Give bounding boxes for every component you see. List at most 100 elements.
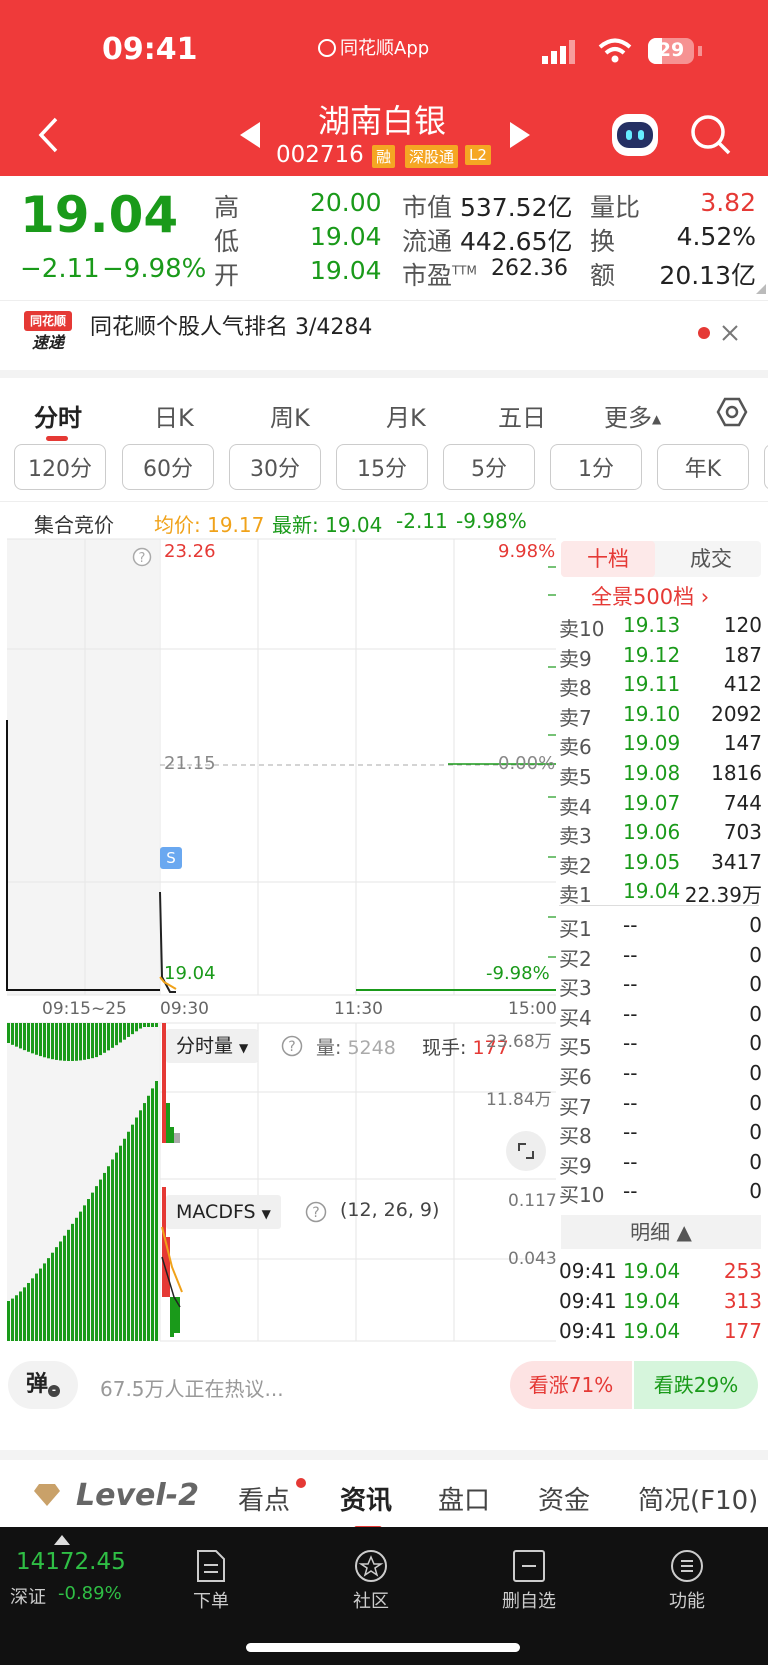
- nav-functions[interactable]: 功能: [642, 1549, 732, 1613]
- bid-row[interactable]: 买8 -- 0: [559, 1120, 762, 1149]
- nav-remove-watchlist[interactable]: 删自选: [484, 1549, 574, 1613]
- bid-row[interactable]: 买1 -- 0: [559, 913, 762, 942]
- bid-row[interactable]: 买6 -- 0: [559, 1061, 762, 1090]
- stat-volratio-label: 量比: [590, 193, 641, 222]
- fullscreen-button[interactable]: [506, 1131, 546, 1171]
- auction-bar: [119, 1145, 122, 1341]
- tab-orderflow[interactable]: 盘口: [438, 1480, 490, 1517]
- tab-trades[interactable]: 成交: [661, 541, 761, 577]
- auction-bar: [51, 1023, 54, 1060]
- bid-row[interactable]: 买4 -- 0: [559, 1002, 762, 1031]
- bid-label: 买3: [559, 976, 592, 1001]
- tab-viewpoints[interactable]: 看点: [238, 1480, 290, 1517]
- bid-price: --: [623, 1031, 638, 1056]
- auction-bar: [43, 1263, 46, 1341]
- auction-bar: [123, 1138, 126, 1341]
- index-value[interactable]: 14172.45: [16, 1549, 126, 1575]
- svg-text:?: ?: [312, 1205, 319, 1221]
- bid-row[interactable]: 买3 -- 0: [559, 972, 762, 1001]
- ask-row[interactable]: 卖7 19.10 2092: [559, 702, 762, 731]
- tab-level2[interactable]: Level-2: [76, 1478, 199, 1513]
- auction-bar: [23, 1287, 26, 1341]
- auction-bar: [15, 1023, 18, 1047]
- home-indicator[interactable]: [246, 1643, 520, 1652]
- chip-overflow[interactable]: [764, 444, 768, 490]
- nav-order[interactable]: 下单: [166, 1549, 256, 1613]
- next-stock-icon[interactable]: [510, 122, 530, 148]
- volume-axis-top: 23.68万: [486, 1032, 552, 1052]
- tab-five-day[interactable]: 五日: [498, 398, 546, 433]
- auction-bar: [103, 1023, 106, 1053]
- chip-5min[interactable]: 5分: [443, 444, 535, 490]
- danmaku-toggle-button[interactable]: 弹-: [8, 1361, 78, 1409]
- ask-row[interactable]: 卖4 19.07 744: [559, 791, 762, 820]
- tab-intraday[interactable]: 分时: [34, 398, 82, 433]
- prev-stock-icon[interactable]: [240, 122, 260, 148]
- intraday-chart[interactable]: ? 23.26 9.98% 21.15 0.00% 19.04 -9.98% S…: [0, 537, 557, 1347]
- tab-f10[interactable]: 简况(F10): [638, 1480, 758, 1517]
- chart-info-line: 集合竞价 均价: 19.17 最新: 19.04 -2.11 -9.98%: [0, 505, 768, 537]
- chip-1min[interactable]: 1分: [550, 444, 642, 490]
- chip-30min[interactable]: 30分: [229, 444, 321, 490]
- macd-indicator-select[interactable]: MACDFS ▼: [166, 1195, 281, 1229]
- help-icon[interactable]: ?: [132, 547, 152, 567]
- bid-row[interactable]: 买2 -- 0: [559, 943, 762, 972]
- bid-volume: 0: [749, 972, 762, 997]
- ask-row[interactable]: 卖2 19.05 3417: [559, 850, 762, 879]
- ask-label: 卖4: [559, 794, 592, 819]
- bearish-button[interactable]: 看跌29%: [634, 1361, 758, 1409]
- bullish-button[interactable]: 看涨71%: [510, 1361, 632, 1409]
- bid-row[interactable]: 买7 -- 0: [559, 1091, 762, 1120]
- nav-community[interactable]: 社区: [326, 1549, 416, 1613]
- auction-bar: [135, 1023, 138, 1032]
- sell-marker[interactable]: S: [160, 847, 182, 869]
- price-axis-top: 23.26: [164, 541, 216, 562]
- help-icon[interactable]: ?: [281, 1035, 303, 1057]
- chip-year-k[interactable]: 年K: [657, 444, 749, 490]
- bid-row[interactable]: 买10 -- 0: [559, 1179, 762, 1208]
- tab-daily-k[interactable]: 日K: [154, 398, 194, 433]
- bid-row[interactable]: 买5 -- 0: [559, 1031, 762, 1060]
- ask-row[interactable]: 卖8 19.11 412: [559, 672, 762, 701]
- chip-120min[interactable]: 120分: [14, 444, 106, 490]
- expand-corner-icon[interactable]: [756, 284, 766, 294]
- community-icon: [355, 1550, 387, 1582]
- ask-row[interactable]: 卖5 19.08 1816: [559, 761, 762, 790]
- bid-label: 买9: [559, 1153, 592, 1178]
- ask-row[interactable]: 卖9 19.12 187: [559, 643, 762, 672]
- auction-bar: [91, 1192, 94, 1341]
- tab-weekly-k[interactable]: 周K: [270, 398, 310, 433]
- settings-hexagon-icon[interactable]: [716, 396, 748, 428]
- close-icon[interactable]: [722, 325, 738, 341]
- panorama-500-link[interactable]: 全景500档 ›: [591, 581, 709, 611]
- chip-60min[interactable]: 60分: [122, 444, 214, 490]
- status-time: 09:41: [102, 32, 198, 67]
- auction-bar: [51, 1252, 54, 1341]
- ask-row[interactable]: 卖10 19.13 120: [559, 613, 762, 642]
- ask-row[interactable]: 卖3 19.06 703: [559, 820, 762, 849]
- price-change: −2.11: [20, 254, 100, 284]
- volume-indicator-select[interactable]: 分时量 ▼: [166, 1029, 259, 1063]
- ask-row[interactable]: 卖6 19.09 147: [559, 731, 762, 760]
- auction-bar: [103, 1172, 106, 1341]
- tab-ten-levels[interactable]: 十档: [561, 541, 655, 577]
- chip-15min[interactable]: 15分: [336, 444, 428, 490]
- detail-toggle[interactable]: 明细 ▲: [561, 1215, 761, 1249]
- tab-monthly-k[interactable]: 月K: [386, 398, 426, 433]
- auction-bar: [71, 1023, 74, 1061]
- tab-more[interactable]: 更多▲: [604, 398, 661, 433]
- auction-bar: [123, 1023, 126, 1040]
- popularity-banner[interactable]: 同花顺 速递 同花顺个股人气排名 3/4284: [0, 300, 768, 366]
- trade-row: 09:41 19.04 313: [559, 1289, 762, 1318]
- search-icon[interactable]: [690, 114, 732, 156]
- auction-bar: [127, 1131, 130, 1341]
- bid-row[interactable]: 买9 -- 0: [559, 1150, 762, 1179]
- caret-up-icon: [54, 1535, 70, 1545]
- tab-news[interactable]: 资讯: [340, 1480, 392, 1517]
- discussion-text[interactable]: 67.5万人正在热议...: [100, 1373, 284, 1402]
- tab-capital[interactable]: 资金: [538, 1480, 590, 1517]
- back-icon[interactable]: [36, 116, 60, 154]
- help-icon[interactable]: ?: [305, 1201, 327, 1223]
- volume-readout: 量: 5248: [316, 1037, 396, 1059]
- robot-assistant-icon[interactable]: [612, 114, 658, 156]
